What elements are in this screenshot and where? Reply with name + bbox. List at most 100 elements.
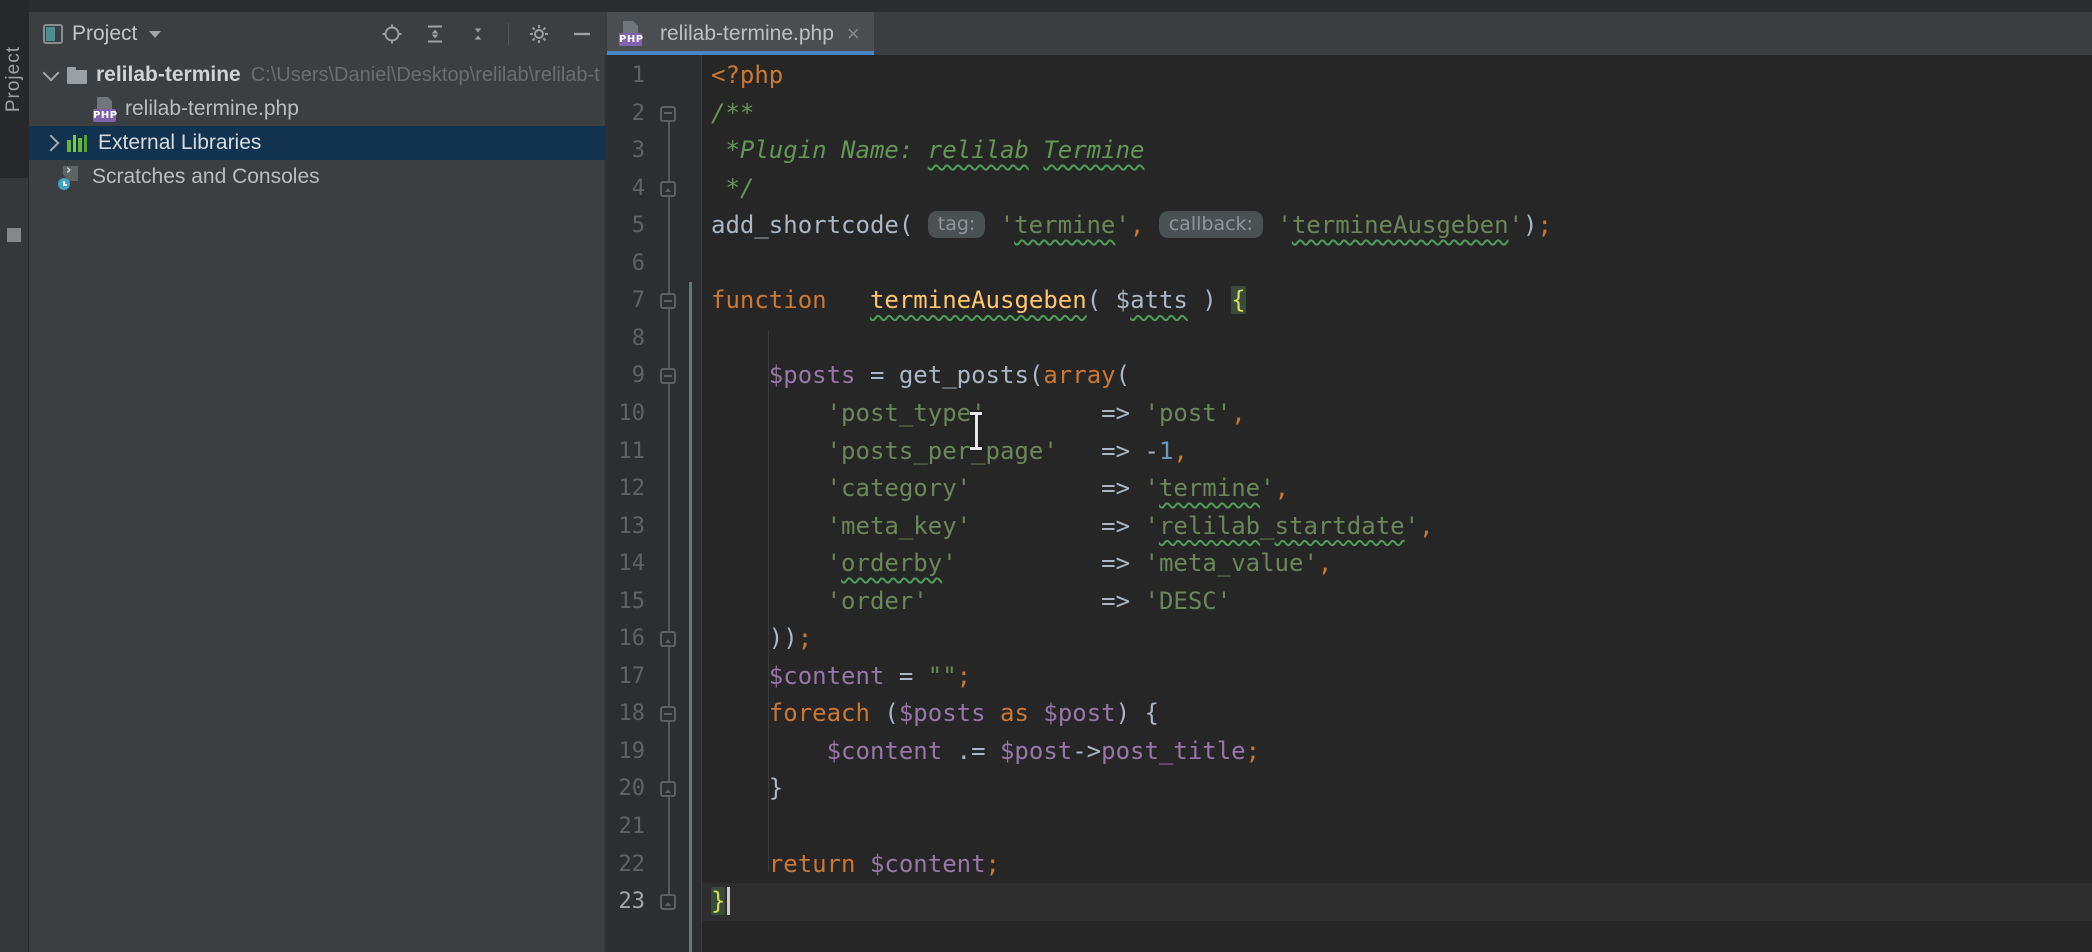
locate-icon[interactable] [379, 21, 405, 47]
library-icon [67, 134, 89, 152]
expand-all-icon[interactable] [422, 21, 448, 47]
tree-item-file-relilab-termine-php[interactable]: PHP relilab-termine.php [29, 92, 605, 126]
collapse-all-icon[interactable] [465, 21, 491, 47]
tree-item-scratches-and-consoles[interactable]: Scratches and Consoles [29, 160, 605, 194]
line-number[interactable]: 23 [605, 883, 645, 921]
editor-tab-bar: PHP relilab-termine.php × [605, 12, 2092, 56]
phpstorm-window: Project Project relilab-t [0, 0, 2092, 952]
fold-start-icon[interactable] [660, 706, 676, 722]
line-number[interactable]: 17 [605, 658, 645, 696]
code-line-4[interactable]: 4 */ [605, 170, 2092, 208]
line-number[interactable]: 12 [605, 470, 645, 508]
tree-item-label: External Libraries [98, 131, 261, 155]
code-line-6[interactable]: 6 [605, 245, 2092, 283]
line-number[interactable]: 11 [605, 433, 645, 471]
project-panel-header: Project [29, 12, 605, 56]
project-panel: Project relilab-termineC:\Users\Daniel\D… [29, 12, 605, 952]
code-editor[interactable]: 1<?php2/**3 *Plugin Name: relilab Termin… [605, 55, 2092, 952]
php-file-icon: PHP [93, 97, 116, 122]
line-number[interactable]: 9 [605, 357, 645, 395]
tab-relilab-termine-php[interactable]: PHP relilab-termine.php × [607, 12, 874, 55]
line-number[interactable]: 5 [605, 207, 645, 245]
hide-panel-icon[interactable] [569, 21, 595, 47]
code-line-16[interactable]: 16 )); [605, 620, 2092, 658]
code-line-14[interactable]: 14 'orderby' => 'meta_value', [605, 545, 2092, 583]
line-number[interactable]: 20 [605, 770, 645, 808]
line-number[interactable]: 1 [605, 57, 645, 95]
chevron-collapsed-icon[interactable] [43, 135, 60, 152]
line-number[interactable]: 13 [605, 508, 645, 546]
tab-close-icon[interactable]: × [847, 21, 860, 47]
line-number[interactable]: 6 [605, 245, 645, 283]
line-number[interactable]: 15 [605, 583, 645, 621]
code-text: $content .= $post->post_title; [711, 733, 1260, 771]
chevron-expanded-icon[interactable] [43, 65, 60, 82]
line-number[interactable]: 2 [605, 95, 645, 133]
code-line-9[interactable]: 9 $posts = get_posts(array( [605, 357, 2092, 395]
code-text: /** [711, 95, 754, 133]
editor-caret [727, 887, 730, 915]
tree-item-external-libraries[interactable]: External Libraries [29, 126, 605, 160]
parameter-hint: tag: [928, 211, 986, 238]
fold-start-icon[interactable] [660, 368, 676, 384]
project-view-icon [43, 24, 63, 44]
line-number[interactable]: 21 [605, 808, 645, 846]
line-number[interactable]: 22 [605, 846, 645, 884]
project-stripe-button[interactable]: Project [3, 46, 25, 112]
line-number[interactable]: 8 [605, 320, 645, 358]
project-tree: relilab-termineC:\Users\Daniel\Desktop\r… [29, 58, 605, 194]
fold-start-icon[interactable] [660, 293, 676, 309]
fold-end-icon[interactable] [660, 781, 676, 797]
code-text: */ [711, 170, 754, 208]
line-number[interactable]: 3 [605, 132, 645, 170]
code-line-19[interactable]: 19 $content .= $post->post_title; [605, 733, 2092, 771]
code-line-1[interactable]: 1 <?php [605, 57, 2092, 95]
code-text: *Plugin Name: relilab Termine [711, 132, 1145, 170]
code-line-22[interactable]: 22 return $content; [605, 846, 2092, 884]
fold-end-icon[interactable] [660, 631, 676, 647]
tree-item-label: relilab-termine.php [125, 97, 299, 121]
fold-end-icon[interactable] [660, 181, 676, 197]
parameter-hint: callback: [1159, 211, 1263, 238]
code-text: 'meta_key' => 'relilab_startdate', [711, 508, 1434, 546]
settings-gear-icon[interactable] [526, 21, 552, 47]
code-text: } [711, 770, 783, 808]
php-file-icon: PHP [619, 21, 642, 46]
code-line-11[interactable]: 11 'posts_per_page' => -1, [605, 433, 2092, 471]
code-line-2[interactable]: 2 /** [605, 95, 2092, 133]
fold-start-icon[interactable] [660, 106, 676, 122]
code-line-5[interactable]: 5 add_shortcode( tag: 'termine', callback… [605, 207, 2092, 245]
code-line-17[interactable]: 17 $content = ""; [605, 658, 2092, 696]
chevron-down-icon[interactable] [149, 31, 161, 38]
tool-window-icon[interactable] [7, 228, 21, 242]
code-line-18[interactable]: 18 foreach ($posts as $post) { [605, 695, 2092, 733]
line-number[interactable]: 14 [605, 545, 645, 583]
project-panel-title[interactable]: Project [72, 22, 137, 46]
code-line-3[interactable]: 3 *Plugin Name: relilab Termine [605, 132, 2092, 170]
code-line-8[interactable]: 8 [605, 320, 2092, 358]
code-line-23[interactable]: 23} [605, 883, 2092, 921]
line-number[interactable]: 7 [605, 282, 645, 320]
tree-item-label: relilab-termine [96, 63, 241, 87]
line-number[interactable]: 18 [605, 695, 645, 733]
fold-end-icon[interactable] [660, 894, 676, 910]
code-text: add_shortcode( tag: 'termine', callback:… [711, 207, 1552, 245]
code-line-12[interactable]: 12 'category' => 'termine', [605, 470, 2092, 508]
line-number[interactable]: 10 [605, 395, 645, 433]
code-line-13[interactable]: 13 'meta_key' => 'relilab_startdate', [605, 508, 2092, 546]
tree-item-project-root[interactable]: relilab-termineC:\Users\Daniel\Desktop\r… [29, 58, 605, 92]
code-line-7[interactable]: 7 function termineAusgeben( $atts ) { [605, 282, 2092, 320]
line-number[interactable]: 19 [605, 733, 645, 771]
tab-label: relilab-termine.php [660, 22, 834, 46]
line-number[interactable]: 16 [605, 620, 645, 658]
code-line-10[interactable]: 10 'post_type' => 'post', [605, 395, 2092, 433]
code-text: <?php [711, 57, 783, 95]
line-number[interactable]: 4 [605, 170, 645, 208]
code-text: )); [711, 620, 812, 658]
mouse-text-cursor [968, 412, 984, 450]
code-line-20[interactable]: 20 } [605, 770, 2092, 808]
code-line-15[interactable]: 15 'order' => 'DESC' [605, 583, 2092, 621]
code-line-21[interactable]: 21 [605, 808, 2092, 846]
code-text: function termineAusgeben( $atts ) { [711, 282, 1246, 320]
code-text: foreach ($posts as $post) { [711, 695, 1159, 733]
